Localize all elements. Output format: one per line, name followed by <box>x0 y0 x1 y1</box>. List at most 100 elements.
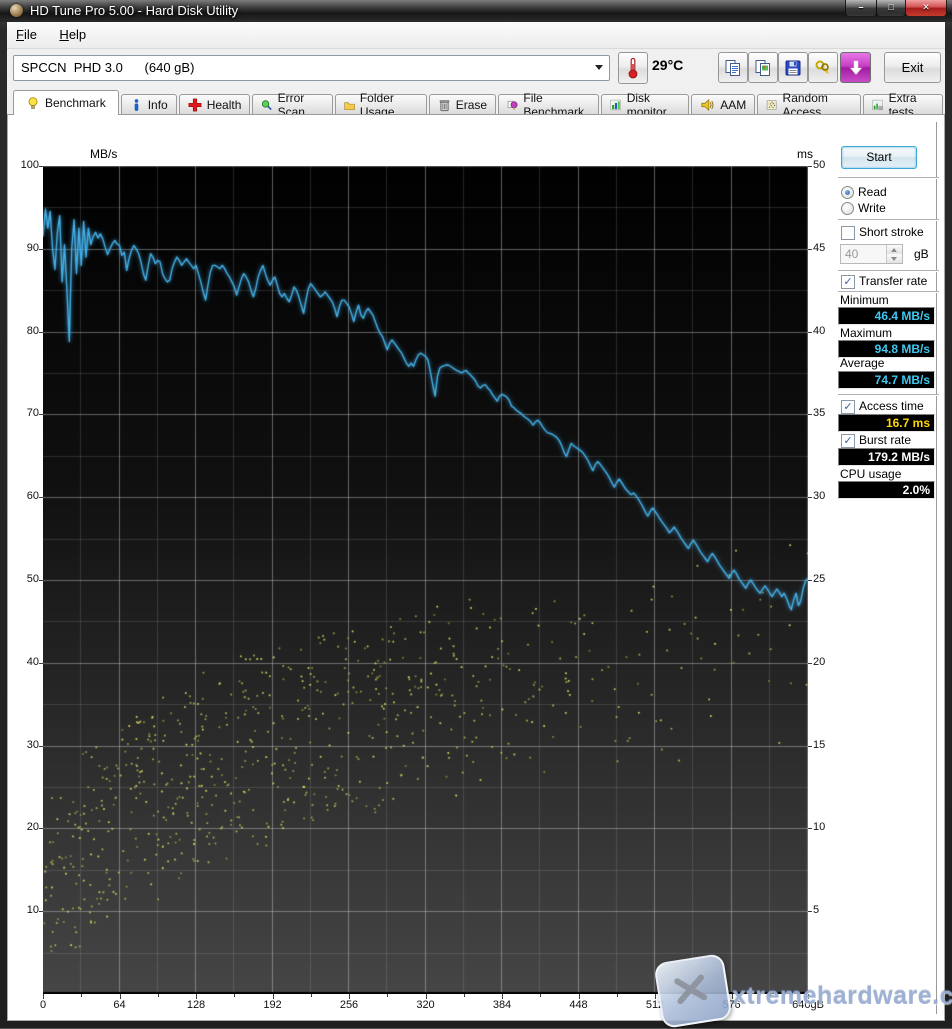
tab-health[interactable]: Health <box>178 94 251 115</box>
tick-mark <box>81 994 82 997</box>
folder-icon <box>344 101 355 110</box>
tick-mark <box>234 994 235 997</box>
axis-tick-label: 512 <box>645 999 665 1011</box>
lightbulb-icon <box>28 96 38 109</box>
tabstrip-baseline <box>7 114 945 115</box>
download-arrow-icon <box>849 60 862 75</box>
tick-mark <box>808 249 812 250</box>
tab-label: Health <box>206 98 242 112</box>
exit-button[interactable]: Exit <box>884 52 941 83</box>
extra-tests-icon <box>872 99 884 111</box>
short-stroke-unit: gB <box>914 247 929 261</box>
axis-tick-label: 90 <box>26 241 39 254</box>
separator <box>838 394 939 396</box>
axis-tick-label: 10 <box>26 904 39 917</box>
short-stroke-checkbox[interactable] <box>841 226 855 240</box>
copy-image-icon <box>755 59 770 76</box>
axis-tick-label: 45 <box>813 241 826 254</box>
copy-image-button[interactable] <box>748 52 778 83</box>
close-button[interactable]: ✕ <box>905 0 947 17</box>
read-radio[interactable] <box>841 186 854 199</box>
tick-mark <box>387 994 388 997</box>
tick-mark <box>808 994 809 999</box>
transfer-rate-checkbox[interactable]: ✓ <box>841 275 855 289</box>
axis-tick-label: 100 <box>20 159 39 171</box>
tick-mark <box>39 332 43 333</box>
axis-tick-label: 640gB <box>792 999 824 1011</box>
axis-tick-label: 192 <box>263 999 282 1011</box>
axis-tick-label: 64 <box>113 999 126 1011</box>
write-label: Write <box>858 201 886 215</box>
axis-tick-label: 25 <box>813 573 826 585</box>
burst-rate-checkbox[interactable]: ✓ <box>841 434 855 448</box>
short-stroke-size-value: 40 <box>845 247 859 261</box>
axis-tick-label: 80 <box>26 324 39 337</box>
axis-tick-label: 128 <box>186 999 206 1011</box>
tick-mark <box>39 166 43 167</box>
tick-mark <box>732 994 733 999</box>
tab-file-benchmark[interactable]: File Benchmark <box>498 91 600 119</box>
tick-mark <box>39 249 43 250</box>
title-bar[interactable]: HD Tune Pro 5.00 - Hard Disk Utility – □… <box>0 0 952 22</box>
spinner-down-button[interactable] <box>886 254 902 263</box>
tab-aam[interactable]: AAM <box>691 94 756 115</box>
tab-random-access[interactable]: Random Access <box>757 91 862 119</box>
burst-rate-value: 179.2 MB/s <box>838 448 935 466</box>
drive-selector-dropdown[interactable]: SPCCN PHD 3.0 (640 gB) <box>13 55 610 81</box>
tick-mark <box>617 994 618 997</box>
separator <box>838 177 939 179</box>
save-icon <box>785 60 801 75</box>
tab-folder-usage[interactable]: Folder Usage <box>334 91 427 119</box>
thermometer-icon <box>628 57 638 79</box>
temperature-button[interactable] <box>618 52 648 84</box>
tick-mark <box>39 663 43 664</box>
tick-mark <box>39 580 43 581</box>
tick-mark <box>502 994 503 999</box>
speaker-icon <box>701 98 714 112</box>
options-button[interactable] <box>808 52 838 83</box>
tick-mark <box>808 746 812 747</box>
tick-mark <box>39 828 43 829</box>
minimize-button[interactable]: – <box>845 0 877 17</box>
tick-mark <box>120 994 121 999</box>
copy-text-button[interactable] <box>718 52 748 83</box>
short-stroke-size-spinner[interactable]: 40 <box>840 244 903 264</box>
tab-disk-monitor[interactable]: Disk monitor <box>601 91 690 119</box>
axis-tick-label: 15 <box>813 738 826 751</box>
tab-error-scan[interactable]: Error Scan <box>252 91 333 119</box>
cpu-usage-value: 2.0% <box>838 481 935 499</box>
access-time-checkbox[interactable]: ✓ <box>841 400 855 414</box>
axis-tick-label: 256 <box>339 999 359 1011</box>
axis-tick-label: 20 <box>813 655 826 668</box>
average-label: Average <box>840 356 885 370</box>
axis-tick-label: 50 <box>813 159 826 171</box>
axis-tick-label: 320 <box>416 999 435 1011</box>
axis-tick-label: 448 <box>569 999 588 1011</box>
tick-mark <box>540 994 541 997</box>
start-button[interactable]: Start <box>841 146 917 169</box>
short-stroke-label: Short stroke <box>859 225 924 239</box>
tab-info[interactable]: Info <box>120 94 177 115</box>
axis-tick-label: 40 <box>26 655 39 668</box>
capture-button[interactable] <box>840 52 871 83</box>
average-value: 74.7 MB/s <box>838 371 935 389</box>
drive-selector-value: SPCCN PHD 3.0 (640 gB) <box>21 60 195 75</box>
menu-help[interactable]: Help <box>50 22 95 47</box>
save-button[interactable] <box>778 52 808 83</box>
tick-mark <box>808 580 812 581</box>
tab-benchmark[interactable]: Benchmark <box>13 90 119 115</box>
tick-mark <box>808 663 812 664</box>
minimum-label: Minimum <box>840 293 889 307</box>
menu-file[interactable]: File <box>7 22 46 47</box>
axis-tick-label: 70 <box>26 407 39 420</box>
tab-erase[interactable]: Erase <box>428 94 497 115</box>
tick-mark <box>349 994 350 999</box>
tab-strip: Benchmark Info Health Error Scan Folder … <box>7 90 945 119</box>
maximize-button[interactable]: □ <box>876 0 906 17</box>
write-radio[interactable] <box>841 202 854 215</box>
chevron-down-icon <box>595 65 603 70</box>
menu-bar: File Help <box>7 22 945 49</box>
window-title: HD Tune Pro 5.00 - Hard Disk Utility <box>30 3 239 18</box>
health-cross-icon <box>188 98 202 112</box>
tab-extra-tests[interactable]: Extra tests <box>863 91 943 119</box>
